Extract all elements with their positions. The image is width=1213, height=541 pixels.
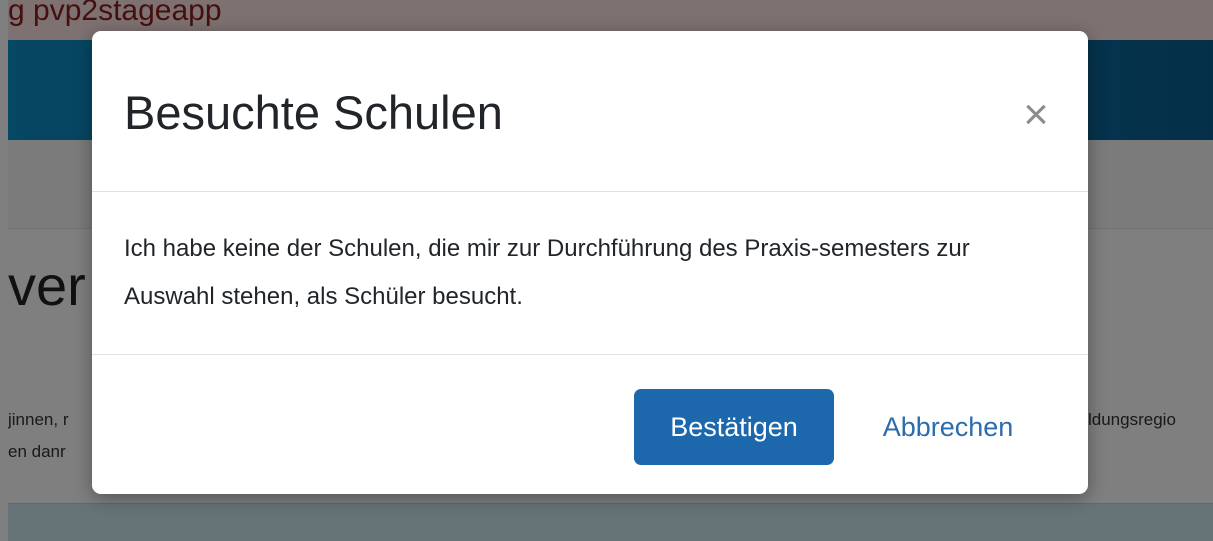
modal-body: Ich habe keine der Schulen, die mir zur …: [92, 192, 1088, 355]
modal-title: Besuchte Schulen: [124, 86, 503, 139]
visited-schools-dialog: Besuchte Schulen × Ich habe keine der Sc…: [92, 31, 1088, 494]
modal-header: Besuchte Schulen ×: [92, 31, 1088, 192]
close-button[interactable]: ×: [1014, 93, 1058, 137]
cancel-button[interactable]: Abbrechen: [858, 389, 1038, 465]
close-icon: ×: [1023, 90, 1049, 139]
modal-footer: Bestätigen Abbrechen: [92, 355, 1088, 494]
modal-body-text: Ich habe keine der Schulen, die mir zur …: [124, 235, 970, 310]
confirm-button[interactable]: Bestätigen: [634, 389, 834, 465]
